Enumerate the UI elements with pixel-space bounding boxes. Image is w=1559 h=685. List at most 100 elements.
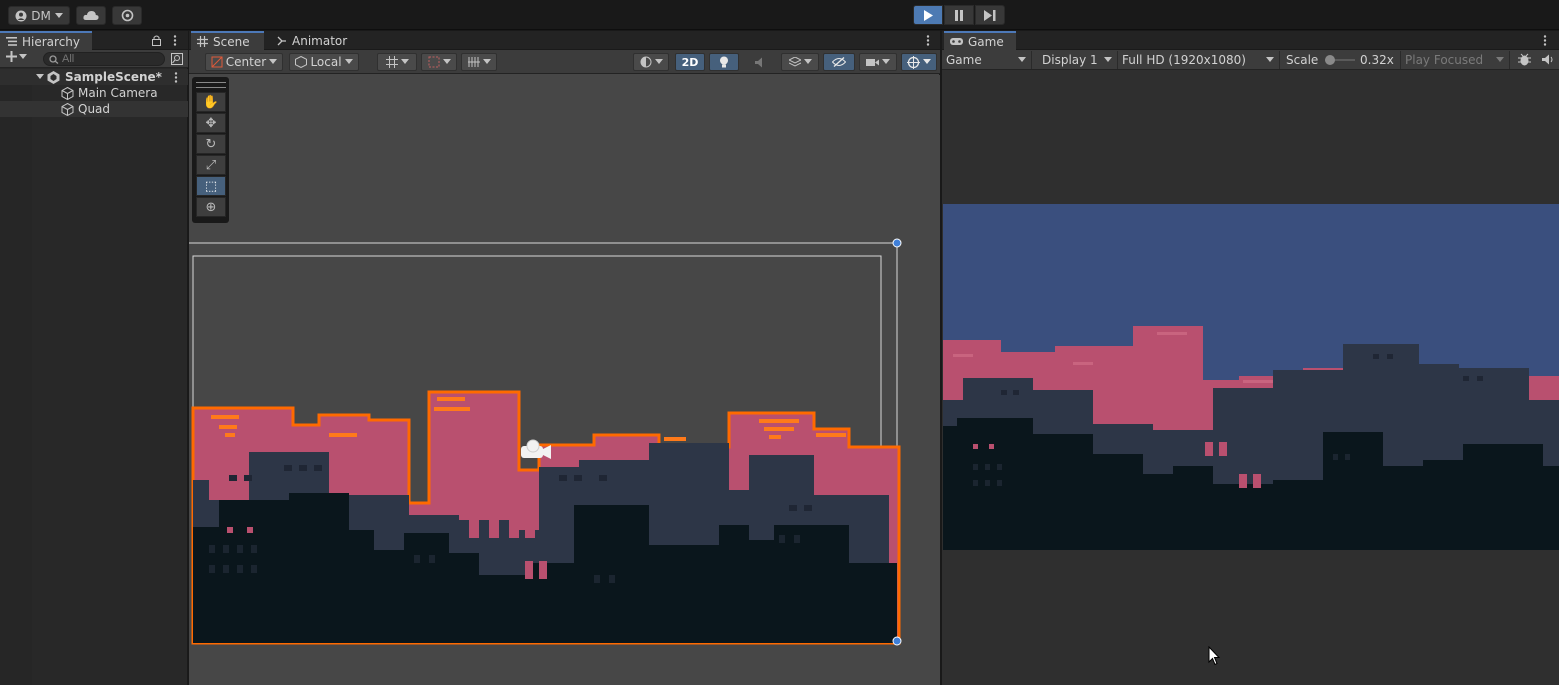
list-icon <box>6 37 17 46</box>
display-dropdown[interactable]: Display 1 <box>1038 51 1118 69</box>
list-item-main-camera[interactable]: Main Camera <box>0 85 188 101</box>
display-label: Display 1 <box>1042 53 1098 67</box>
unity-scene-icon <box>47 71 60 84</box>
tab-label: Hierarchy <box>22 34 81 49</box>
search-filter-icon[interactable] <box>171 53 183 65</box>
item-label: Quad <box>78 102 111 116</box>
create-button[interactable] <box>6 51 27 62</box>
tab-label: Scene <box>213 34 250 49</box>
expand-arrow-icon[interactable] <box>36 74 44 80</box>
tab-label: Animator <box>292 33 348 48</box>
rotate-icon: ↻ <box>205 136 217 152</box>
increment-snap-button[interactable] <box>421 53 457 71</box>
chevron-down-icon <box>1266 57 1274 62</box>
list-item-quad[interactable]: Quad <box>0 101 188 117</box>
game-panel: Game Game Display 1 Full HD (1920x1080) … <box>942 31 1559 685</box>
game-viewport[interactable] <box>943 204 1559 550</box>
play-icon <box>924 9 933 21</box>
grid-snap-icon <box>385 56 398 68</box>
grid-snapping-button[interactable] <box>377 53 417 71</box>
hidden-eye-icon <box>832 57 846 67</box>
rect-tool-button[interactable]: ⬚ <box>196 176 226 196</box>
step-button[interactable] <box>975 5 1005 25</box>
chevron-down-icon <box>54 12 63 18</box>
scale-icon: ⤢ <box>205 157 217 173</box>
scene-visibility-toggle[interactable] <box>823 53 855 71</box>
shading-icon <box>640 56 651 68</box>
scale-tool-button[interactable]: ⤢ <box>196 155 226 175</box>
rotate-tool-button[interactable]: ↻ <box>196 134 226 154</box>
list-item-scene[interactable]: SampleScene* <box>0 69 188 85</box>
hierarchy-gutter <box>0 69 32 685</box>
move-icon: ✥ <box>205 115 217 131</box>
chevron-down-icon <box>654 59 663 64</box>
lock-icon[interactable] <box>152 35 161 46</box>
ruler-button[interactable] <box>461 53 497 71</box>
hierarchy-list: SampleScene* Main Camera Quad <box>0 69 188 117</box>
tab-animator[interactable]: Animator <box>271 31 351 50</box>
account-button[interactable]: DM <box>8 6 70 25</box>
drag-handle[interactable] <box>196 82 226 88</box>
bug-icon[interactable] <box>1518 53 1531 66</box>
scale-value: 0.32x <box>1360 53 1394 67</box>
hand-tool-button[interactable]: ✋ <box>196 92 226 112</box>
chevron-down-icon <box>923 59 931 64</box>
scene-panel: Scene Animator Center Local 2D ✋ ✥ ↻ ⤢ ⬚… <box>189 31 940 685</box>
chevron-down-icon <box>442 59 451 64</box>
hierarchy-search-input[interactable] <box>43 52 165 66</box>
game-toolbar: Game Display 1 Full HD (1920x1080) Scale… <box>942 50 1559 70</box>
audio-toggle[interactable] <box>746 53 776 71</box>
kebab-menu-icon[interactable] <box>173 35 177 46</box>
item-label: Main Camera <box>78 86 158 100</box>
kebab-menu-icon[interactable] <box>174 72 178 83</box>
layers-icon <box>788 56 801 67</box>
speaker-icon[interactable] <box>1542 54 1554 65</box>
plus-icon <box>6 51 17 62</box>
pause-button[interactable] <box>944 5 974 25</box>
ruler-icon <box>467 57 480 67</box>
pivot-icon <box>211 56 223 68</box>
services-button[interactable] <box>112 6 142 25</box>
space-mode-dropdown[interactable]: Local <box>289 53 359 71</box>
resolution-dropdown[interactable]: Full HD (1920x1080) <box>1118 51 1280 69</box>
animator-icon <box>277 36 286 45</box>
play-mode-label: Play Focused <box>1405 53 1484 67</box>
scene-label: SampleScene* <box>65 70 162 84</box>
tab-scene[interactable]: Scene <box>191 31 264 50</box>
local-space-icon <box>295 56 308 68</box>
space-label: Local <box>310 55 342 69</box>
lightbulb-icon <box>720 56 728 68</box>
lighting-toggle[interactable] <box>709 53 739 71</box>
kebab-menu-icon[interactable] <box>1543 35 1547 46</box>
move-tool-button[interactable]: ✥ <box>196 113 226 133</box>
slider-thumb[interactable] <box>1325 55 1335 65</box>
chevron-down-icon <box>344 59 353 64</box>
scale-slider[interactable] <box>1325 55 1355 65</box>
scene-viewport[interactable]: ✋ ✥ ↻ ⤢ ⬚ ⊕ <box>189 75 940 685</box>
transform-tool-button[interactable]: ⊕ <box>196 197 226 217</box>
pivot-label: Center <box>225 55 267 69</box>
scene-camera-dropdown[interactable] <box>859 53 897 71</box>
effects-dropdown[interactable] <box>781 53 819 71</box>
kebab-menu-icon[interactable] <box>926 35 930 46</box>
mouse-cursor-icon <box>1208 646 1220 666</box>
cube-icon <box>61 87 74 100</box>
scene-canvas[interactable] <box>189 75 940 685</box>
cloud-icon <box>83 11 99 20</box>
settings-icon <box>121 9 133 22</box>
cloud-button[interactable] <box>76 6 106 25</box>
play-mode-dropdown[interactable]: Play Focused <box>1400 51 1510 69</box>
pivot-mode-dropdown[interactable]: Center <box>205 53 283 71</box>
chevron-down-icon <box>882 59 890 64</box>
account-icon <box>15 10 27 21</box>
play-button[interactable] <box>913 5 943 25</box>
rect-handle[interactable] <box>892 636 902 646</box>
gizmos-dropdown[interactable] <box>901 53 937 71</box>
chevron-down-icon <box>1104 57 1112 62</box>
view-mode-dropdown[interactable]: Game <box>942 51 1032 69</box>
shading-mode-dropdown[interactable] <box>633 53 669 71</box>
rect-handle[interactable] <box>892 238 902 248</box>
2d-mode-toggle[interactable]: 2D <box>675 53 705 71</box>
tab-hierarchy[interactable]: Hierarchy <box>0 31 92 50</box>
tab-game[interactable]: Game <box>944 31 1016 50</box>
